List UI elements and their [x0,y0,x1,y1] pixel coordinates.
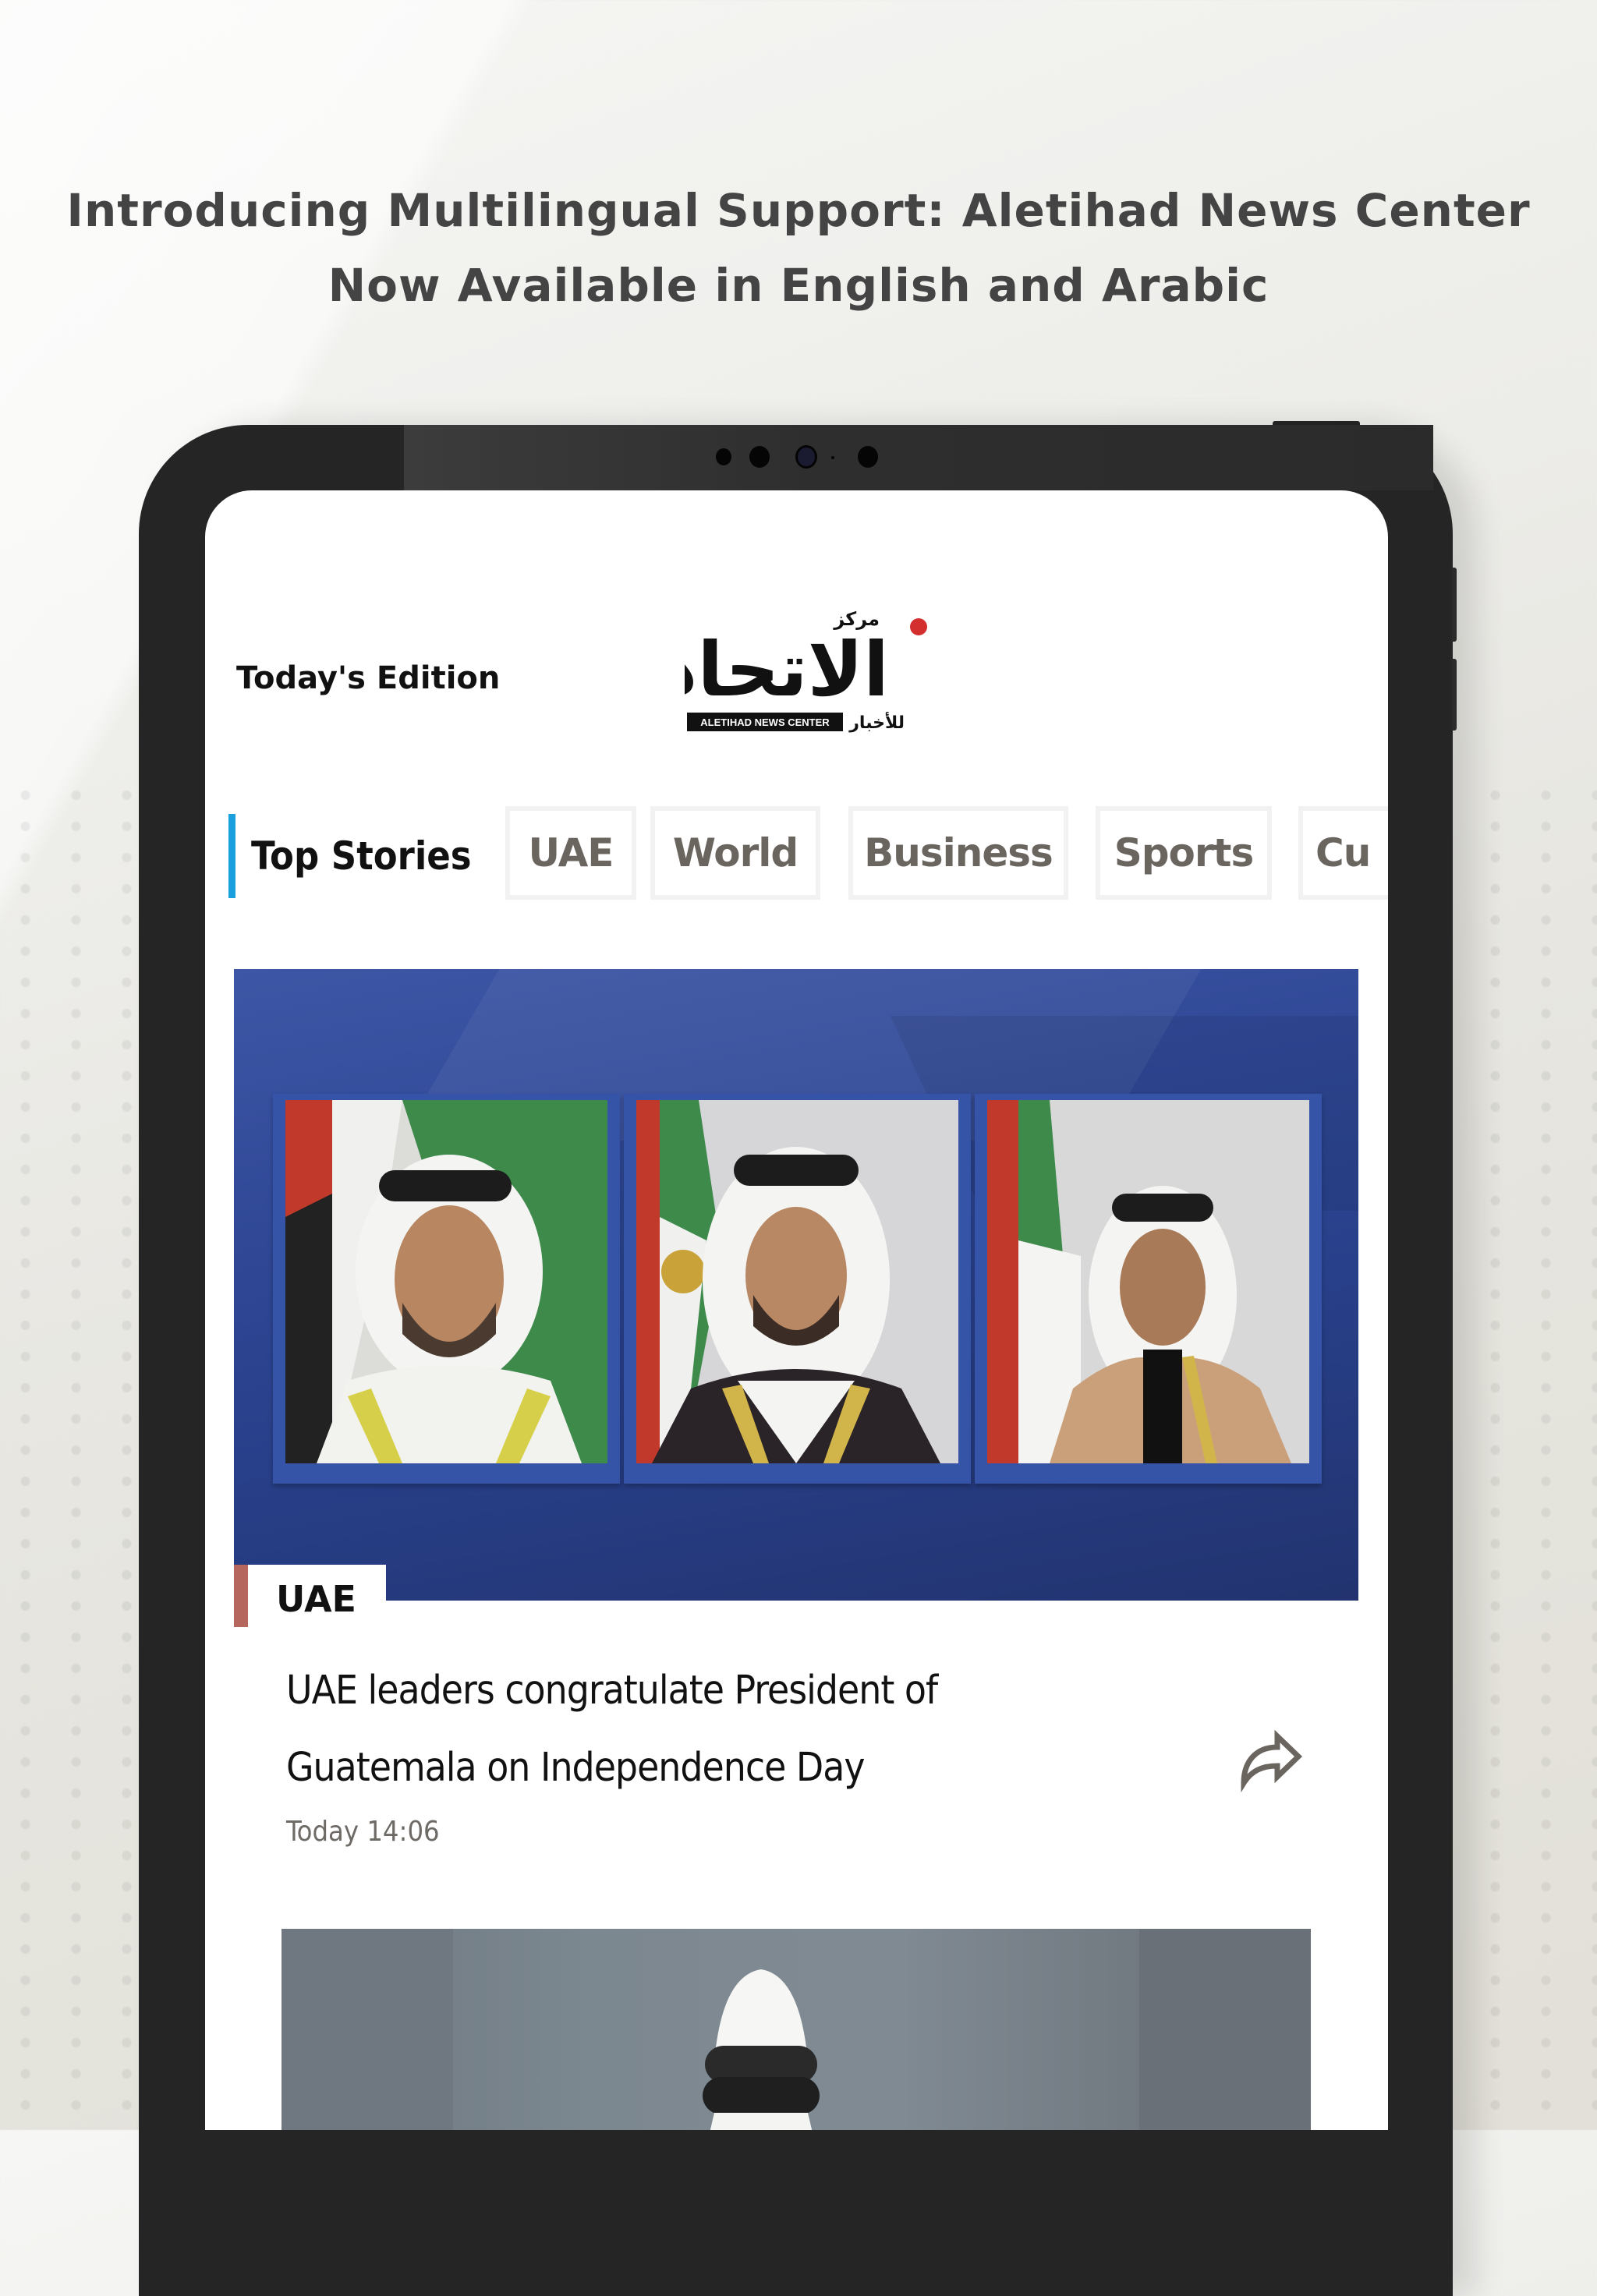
tab-uae[interactable]: UAE [505,806,636,900]
promo-headline: Introducing Multilingual Support: Aletih… [0,173,1597,323]
portrait-frame-left [273,1094,620,1484]
promo-headline-line-1: Introducing Multilingual Support: Aletih… [66,184,1531,237]
todays-edition-link[interactable]: Today's Edition [236,660,500,696]
sensor-icon [716,448,731,465]
tablet-volume-down-button [1452,659,1457,731]
article-timestamp: Today 14:06 [286,1816,440,1848]
leader-portrait-center-art [636,1100,958,1463]
article-title-line-1[interactable]: UAE leaders congratulate President of [286,1652,1066,1729]
article-title[interactable]: UAE leaders congratulate President of Gu… [286,1652,1066,1806]
promo-headline-line-2: Now Available in English and Arabic [328,259,1269,312]
sensor-icon [831,456,834,459]
portrait-frame-center [624,1094,971,1484]
tab-culture-partial[interactable]: Cu [1298,806,1388,900]
app-screen: Today's Edition مركز الاتحاد ALETIHAD NE… [205,490,1388,2130]
sensor-icon [749,446,770,468]
article-2-image-art [282,1929,1311,2130]
tablet-volume-up-button [1452,568,1457,642]
tab-top-stories[interactable]: Top Stories [228,814,472,898]
article-hero-image[interactable] [234,969,1358,1601]
logo-english-label: ALETIHAD NEWS CENTER [700,716,830,728]
tab-business[interactable]: Business [848,806,1068,900]
leader-portrait-center [636,1100,958,1463]
front-camera-icon [795,445,817,469]
leader-portrait-left-art [285,1100,607,1463]
leader-portrait-right-art [987,1100,1309,1463]
share-button[interactable] [1234,1722,1305,1793]
tab-sports[interactable]: Sports [1096,806,1272,900]
logo-arabic-main: الاتحاد [685,626,889,713]
aletihad-logo-mark: مركز الاتحاد ALETIHAD NEWS CENTER للأخبا… [659,608,927,733]
article-category-badge[interactable]: UAE [234,1565,386,1627]
portrait-frame-right [975,1094,1322,1484]
sensor-icon [858,446,878,468]
leader-portrait-right [987,1100,1309,1463]
aletihad-logo[interactable]: مركز الاتحاد ALETIHAD NEWS CENTER للأخبا… [659,603,942,744]
tab-world[interactable]: World [650,806,820,900]
leader-portrait-left [285,1100,607,1463]
logo-red-dot [910,618,927,635]
category-tabs: Top Stories UAE World Business Sports Cu [228,806,1388,900]
tablet-top-bezel [404,425,1433,490]
article-title-line-2[interactable]: Guatemala on Independence Day [286,1729,1066,1806]
article-2-image[interactable] [282,1929,1311,2130]
logo-arabic-sub: للأخبار [848,711,905,733]
share-icon [1241,1729,1303,1793]
